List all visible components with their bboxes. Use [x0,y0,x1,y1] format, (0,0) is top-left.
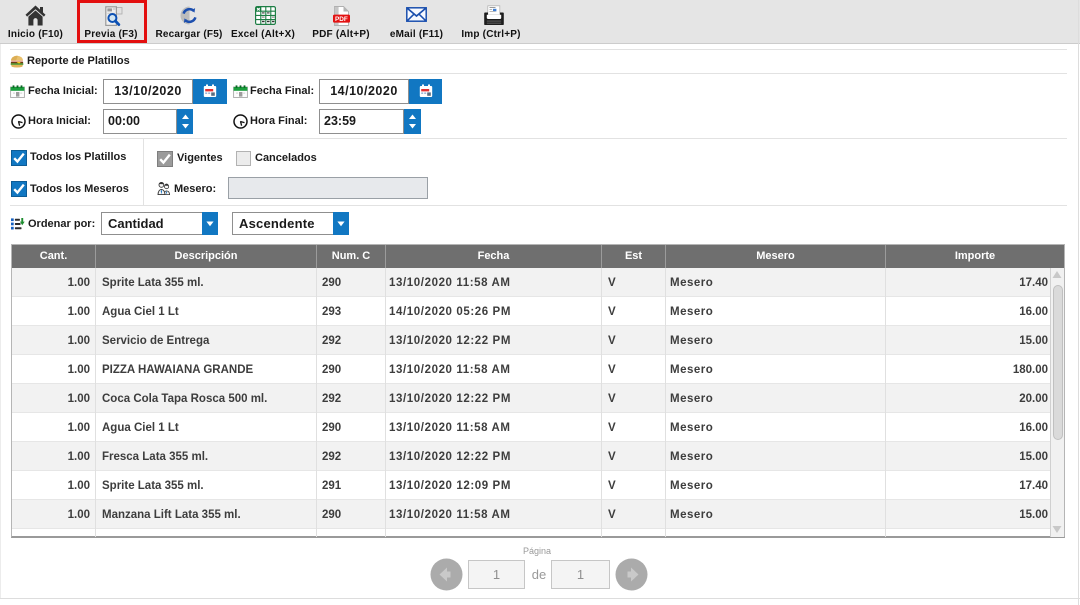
svg-text:PDF: PDF [335,16,348,23]
